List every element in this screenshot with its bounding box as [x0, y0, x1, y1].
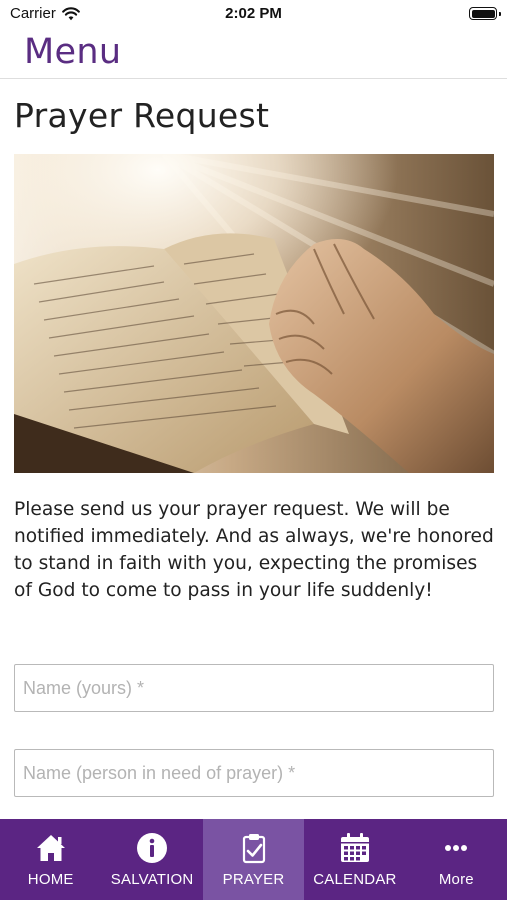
page-title: Prayer Request — [14, 96, 270, 135]
tab-prayer-label: PRAYER — [222, 871, 285, 888]
page-content[interactable]: Prayer Request Please send us your praye… — [0, 80, 507, 819]
tab-salvation[interactable]: SALVATION — [101, 819, 202, 900]
tab-prayer[interactable]: PRAYER — [202, 819, 305, 900]
bottom-tab-bar: HOME SALVATION PRAYER CALENDAR More — [0, 819, 507, 900]
calendar-icon — [340, 833, 369, 862]
tab-more-label: More — [438, 871, 474, 888]
your-name-field[interactable] — [14, 664, 494, 712]
menu-button[interactable]: Menu — [24, 32, 121, 72]
tab-calendar-label: CALENDAR — [313, 871, 397, 888]
tab-home-label: HOME — [27, 871, 74, 888]
tab-home[interactable]: HOME — [0, 819, 101, 900]
clock: 2:02 PM — [225, 5, 282, 22]
home-icon — [36, 835, 65, 861]
nav-header: Menu — [0, 28, 507, 79]
praying-hands-bible-illustration — [14, 154, 494, 473]
tab-calendar[interactable]: CALENDAR — [304, 819, 405, 900]
status-bar: Carrier 2:02 PM — [0, 0, 507, 28]
tab-more[interactable]: More — [406, 819, 507, 900]
more-icon — [445, 845, 468, 851]
hero-image-praying-hands — [14, 154, 494, 473]
intro-paragraph: Please send us your prayer request. We w… — [14, 499, 494, 601]
person-in-need-name-field[interactable] — [14, 749, 494, 797]
battery-icon — [469, 7, 501, 20]
info-icon — [137, 833, 168, 863]
tab-salvation-label: SALVATION — [110, 871, 194, 888]
clipboard-check-icon — [242, 834, 265, 864]
